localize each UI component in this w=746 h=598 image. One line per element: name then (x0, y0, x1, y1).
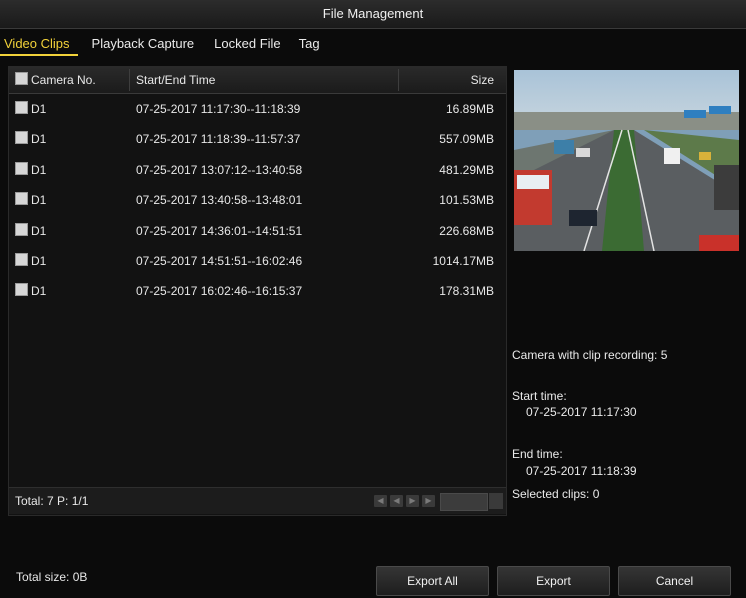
header-camera-label: Camera No. (31, 73, 96, 87)
export-all-button[interactable]: Export All (376, 566, 489, 596)
row-time: 07-25-2017 11:17:30--11:18:39 (136, 102, 301, 116)
cancel-button[interactable]: Cancel (618, 566, 731, 596)
tab-locked-file[interactable]: Locked File (206, 30, 288, 58)
clip-preview-image (514, 70, 739, 251)
table-row[interactable]: D1 07-25-2017 11:18:39--11:57:37 557.09M… (9, 124, 506, 154)
row-checkbox[interactable] (15, 252, 28, 266)
row-camera: D1 (31, 102, 47, 116)
table-row[interactable]: D1 07-25-2017 14:51:51--16:02:46 1014.17… (9, 246, 506, 276)
column-divider (129, 69, 130, 91)
row-checkbox[interactable] (15, 161, 28, 175)
row-size: 178.31MB (439, 284, 494, 299)
header-size: Size (470, 73, 494, 87)
pagination-bar: Total: 7 P: 1/1 ◀ ◀ ▶ ▶ (9, 487, 506, 514)
start-time-value: 07-25-2017 11:17:30 (526, 405, 637, 419)
pagination-total: Total: 7 P: 1/1 (15, 494, 89, 508)
row-size: 16.89MB (445, 102, 494, 116)
row-time: 07-25-2017 16:02:46--16:15:37 (136, 284, 303, 299)
total-size-label: Total size: 0B (16, 570, 88, 584)
tab-playback-capture[interactable]: Playback Capture (84, 30, 203, 58)
row-time: 07-25-2017 11:18:39--11:57:37 (136, 132, 301, 147)
table-row[interactable]: D1 07-25-2017 11:17:30--11:18:39 16.89MB (9, 94, 506, 124)
row-size: 226.68MB (439, 223, 494, 238)
row-time: 07-25-2017 13:40:58--13:48:01 (136, 193, 303, 208)
row-checkbox[interactable] (15, 222, 28, 236)
row-checkbox[interactable] (15, 192, 28, 206)
tab-bar: Video Clips Playback Capture Locked File… (0, 30, 328, 58)
go-page-button[interactable] (489, 493, 503, 509)
row-checkbox[interactable] (15, 283, 28, 297)
row-camera: D1 (31, 284, 47, 299)
row-camera: D1 (31, 253, 47, 268)
row-size: 481.29MB (439, 162, 494, 177)
next-page-icon[interactable]: ▶ (406, 495, 419, 507)
start-time-label: Start time: (512, 389, 567, 403)
row-checkbox[interactable] (15, 131, 28, 145)
select-all-checkbox[interactable] (15, 72, 28, 85)
row-camera: D1 (31, 132, 47, 147)
row-time: 07-25-2017 14:51:51--16:02:46 (136, 253, 303, 268)
row-size: 557.09MB (439, 132, 494, 147)
end-time-label: End time: (512, 447, 563, 461)
row-camera: D1 (31, 223, 47, 238)
header-camera: Camera No. (15, 67, 96, 93)
tab-tag[interactable]: Tag (291, 30, 328, 58)
export-button[interactable]: Export (497, 566, 610, 596)
table-header: Camera No. Start/End Time Size (9, 67, 506, 94)
clip-list-panel: Camera No. Start/End Time Size D1 07-25-… (8, 66, 507, 516)
row-time: 07-25-2017 13:07:12--13:40:58 (136, 162, 303, 177)
table-row[interactable]: D1 07-25-2017 14:36:01--14:51:51 226.68M… (9, 216, 506, 246)
window-title: File Management (0, 0, 746, 29)
clips-recording-count: Camera with clip recording: 5 (512, 348, 668, 362)
table-row[interactable]: D1 07-25-2017 13:07:12--13:40:58 481.29M… (9, 155, 506, 185)
table-row[interactable]: D1 07-25-2017 16:02:46--16:15:37 178.31M… (9, 276, 506, 306)
row-size: 101.53MB (439, 193, 494, 208)
end-time-value: 07-25-2017 11:18:39 (526, 464, 637, 478)
column-divider (398, 69, 399, 91)
highway-scene-image (514, 70, 739, 251)
row-camera: D1 (31, 162, 47, 177)
row-checkbox[interactable] (15, 101, 28, 114)
clip-rows: D1 07-25-2017 11:17:30--11:18:39 16.89MB… (9, 94, 506, 307)
last-page-icon[interactable]: ▶ (422, 495, 435, 507)
first-page-icon[interactable]: ◀ (374, 495, 387, 507)
row-size: 1014.17MB (432, 253, 494, 268)
selected-clips-count: Selected clips: 0 (512, 487, 600, 501)
row-camera: D1 (31, 193, 47, 208)
header-time: Start/End Time (136, 73, 216, 87)
tab-video-clips[interactable]: Video Clips (0, 30, 78, 56)
page-number-input[interactable] (440, 493, 488, 511)
row-time: 07-25-2017 14:36:01--14:51:51 (136, 223, 303, 238)
prev-page-icon[interactable]: ◀ (390, 495, 403, 507)
table-row[interactable]: D1 07-25-2017 13:40:58--13:48:01 101.53M… (9, 185, 506, 215)
